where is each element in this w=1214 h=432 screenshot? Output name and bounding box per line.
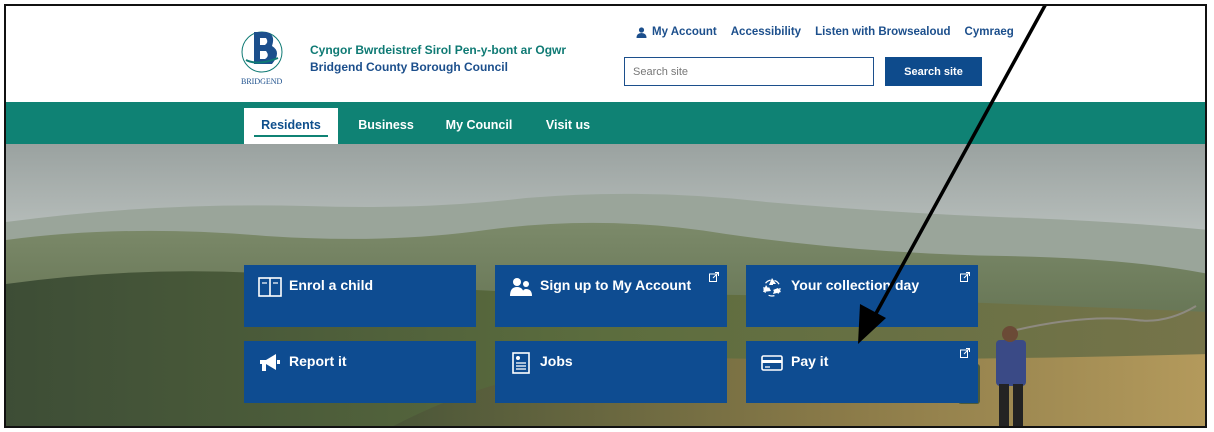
tile-pay-it[interactable]: Pay it (746, 341, 978, 403)
logo-text: BRIDGEND (241, 77, 283, 86)
tab-my-council[interactable]: My Council (438, 108, 520, 144)
tile-your-collection-day[interactable]: Your collection day (746, 265, 978, 327)
megaphone-icon (260, 354, 280, 371)
search-button[interactable]: Search site (885, 57, 982, 86)
tile-report-it[interactable]: Report it (244, 341, 476, 403)
recycle-icon (763, 278, 781, 297)
tile-sign-up-my-account[interactable]: Sign up to My Account (495, 265, 727, 327)
tile-label: Pay it (791, 353, 829, 369)
tab-residents-label: Residents (261, 118, 321, 132)
users-icon (510, 278, 532, 296)
council-name[interactable]: Cyngor Bwrdeistref Sirol Pen-y-bont ar O… (310, 42, 566, 76)
tab-residents[interactable]: Residents (244, 108, 338, 144)
my-account-label: My Account (652, 26, 717, 38)
tile-label: Enrol a child (289, 277, 374, 293)
user-icon (636, 26, 647, 38)
cymraeg-link[interactable]: Cymraeg (965, 26, 1014, 38)
hero-banner: Enrol a child Sign up to My Account Your… (6, 144, 1205, 426)
tile-label: Jobs (540, 353, 573, 369)
tile-enrol-a-child[interactable]: Enrol a child (244, 265, 476, 327)
main-nav: Residents Business My Council Visit us (6, 102, 1205, 144)
tile-label: Report it (289, 353, 347, 369)
council-logo[interactable]: BRIDGEND (238, 20, 294, 92)
external-link-icon (960, 272, 970, 282)
document-icon (512, 352, 530, 374)
my-account-link[interactable]: My Account (636, 26, 717, 38)
council-name-welsh: Cyngor Bwrdeistref Sirol Pen-y-bont ar O… (310, 43, 567, 57)
search-input[interactable] (624, 57, 874, 86)
tab-business[interactable]: Business (350, 108, 422, 144)
accessibility-link[interactable]: Accessibility (731, 26, 801, 38)
tile-jobs[interactable]: Jobs (495, 341, 727, 403)
tab-visit-us[interactable]: Visit us (538, 108, 598, 144)
active-tab-underline (254, 135, 328, 137)
browser-screenshot-frame: BRIDGEND Cyngor Bwrdeistref Sirol Pen-y-… (4, 4, 1207, 428)
credit-card-icon (761, 355, 783, 371)
external-link-icon (960, 348, 970, 358)
tile-label: Your collection day (791, 277, 920, 293)
browsealoud-link[interactable]: Listen with Browsealoud (815, 26, 950, 38)
council-name-english: Bridgend County Borough Council (310, 60, 508, 74)
external-link-icon (709, 272, 719, 282)
tile-label: Sign up to My Account (540, 277, 692, 293)
top-links: My Account Accessibility Listen with Bro… (636, 26, 1014, 38)
book-icon (258, 277, 282, 297)
